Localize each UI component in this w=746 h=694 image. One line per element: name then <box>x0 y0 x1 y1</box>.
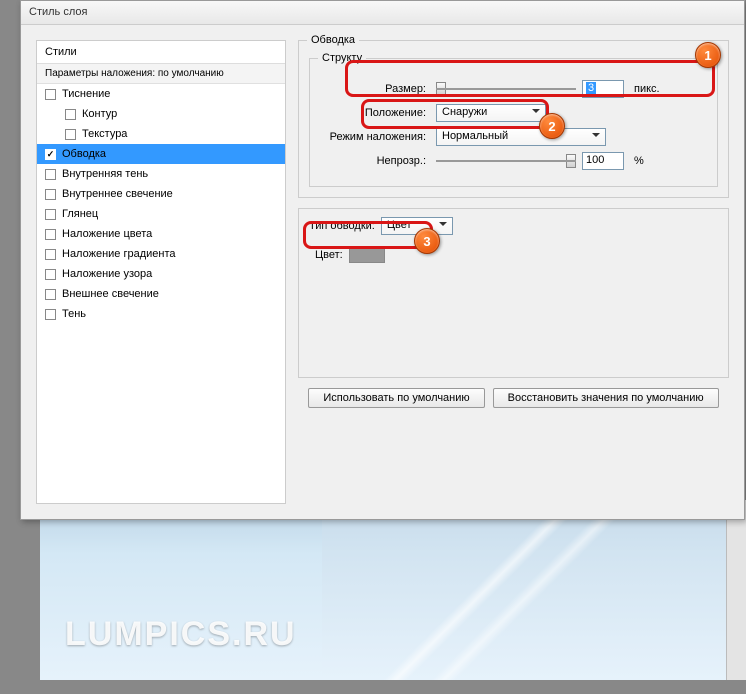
layers-visibility-strip <box>726 500 746 680</box>
sidebar-item-label: Тиснение <box>62 88 110 100</box>
style-checkbox[interactable] <box>65 109 76 120</box>
make-default-button[interactable]: Использовать по умолчанию <box>308 388 484 408</box>
style-checkbox[interactable] <box>45 249 56 260</box>
color-label: Цвет: <box>315 249 343 261</box>
sidebar-item-1[interactable]: Контур <box>37 104 285 124</box>
reset-default-button[interactable]: Восстановить значения по умолчанию <box>493 388 719 408</box>
opacity-slider[interactable] <box>436 153 576 169</box>
sidebar-item-11[interactable]: Тень <box>37 304 285 324</box>
sidebar-item-label: Наложение узора <box>62 268 152 280</box>
style-checkbox[interactable] <box>45 189 56 200</box>
style-checkbox[interactable] <box>65 129 76 140</box>
callout-1: 1 <box>695 42 721 68</box>
sidebar-item-7[interactable]: Наложение цвета <box>37 224 285 244</box>
callout-3: 3 <box>414 228 440 254</box>
opacity-unit: % <box>634 155 644 167</box>
style-checkbox[interactable] <box>45 229 56 240</box>
sidebar-item-3[interactable]: Обводка <box>37 144 285 164</box>
group-legend: Обводка <box>307 34 359 46</box>
sidebar-item-6[interactable]: Глянец <box>37 204 285 224</box>
style-checkbox[interactable] <box>45 149 56 160</box>
sidebar-subheading[interactable]: Параметры наложения: по умолчанию <box>37 64 285 84</box>
sidebar-item-0[interactable]: Тиснение <box>37 84 285 104</box>
watermark-text: LUMPICS.RU <box>65 615 297 654</box>
sidebar-item-label: Глянец <box>62 208 98 220</box>
style-checkbox[interactable] <box>45 269 56 280</box>
sidebar-item-label: Внутренняя тень <box>62 168 148 180</box>
fill-type-label: Тип обводки: <box>309 220 375 232</box>
callout-2: 2 <box>539 113 565 139</box>
style-checkbox[interactable] <box>45 169 56 180</box>
sidebar-item-label: Контур <box>82 108 117 120</box>
sidebar-item-label: Тень <box>62 308 86 320</box>
sidebar-item-8[interactable]: Наложение градиента <box>37 244 285 264</box>
settings-panel: Обводка Структу Размер: 3 пикс. Положени… <box>298 40 729 504</box>
sidebar-item-9[interactable]: Наложение узора <box>37 264 285 284</box>
sidebar-item-label: Наложение градиента <box>62 248 176 260</box>
size-label: Размер: <box>320 83 430 95</box>
size-unit: пикс. <box>634 83 660 95</box>
opacity-input[interactable]: 100 <box>582 152 624 170</box>
opacity-label: Непрозр.: <box>320 155 430 167</box>
layer-style-dialog: Стиль слоя Стили Параметры наложения: по… <box>20 0 745 520</box>
sidebar-item-label: Текстура <box>82 128 127 140</box>
blend-mode-dropdown[interactable]: Нормальный <box>436 128 606 146</box>
sidebar-item-label: Внутреннее свечение <box>62 188 173 200</box>
size-slider[interactable] <box>436 81 576 97</box>
style-checkbox[interactable] <box>45 289 56 300</box>
sidebar-item-10[interactable]: Внешнее свечение <box>37 284 285 304</box>
blend-mode-label: Режим наложения: <box>320 131 430 143</box>
style-checkbox[interactable] <box>45 89 56 100</box>
position-dropdown[interactable]: Снаружи <box>436 104 546 122</box>
size-input[interactable]: 3 <box>582 80 624 98</box>
sidebar-item-5[interactable]: Внутреннее свечение <box>37 184 285 204</box>
styles-sidebar: Стили Параметры наложения: по умолчанию … <box>36 40 286 504</box>
sidebar-item-label: Наложение цвета <box>62 228 152 240</box>
dialog-title: Стиль слоя <box>21 1 744 25</box>
sidebar-item-4[interactable]: Внутренняя тень <box>37 164 285 184</box>
sidebar-heading: Стили <box>37 41 285 64</box>
style-checkbox[interactable] <box>45 209 56 220</box>
sidebar-item-2[interactable]: Текстура <box>37 124 285 144</box>
color-swatch[interactable] <box>349 247 385 263</box>
sidebar-item-label: Обводка <box>62 148 106 160</box>
structure-legend: Структу <box>318 52 366 64</box>
sidebar-item-label: Внешнее свечение <box>62 288 159 300</box>
style-checkbox[interactable] <box>45 309 56 320</box>
position-label: Положение: <box>320 107 430 119</box>
